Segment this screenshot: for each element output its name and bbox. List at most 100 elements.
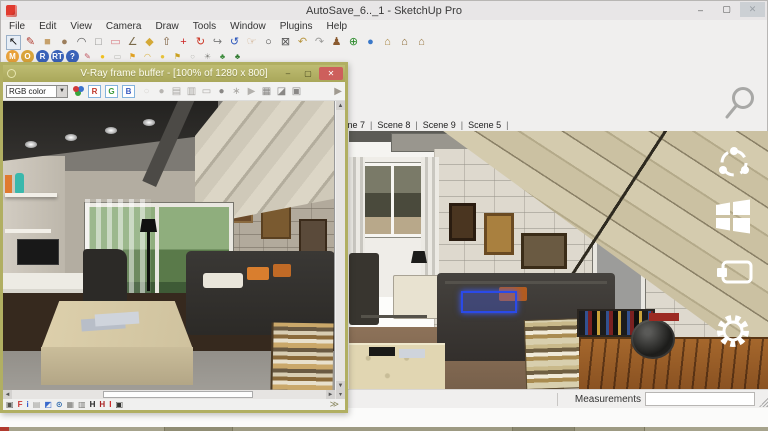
track-mouse-icon[interactable]: ∗ (230, 85, 243, 98)
hscroll-thumb[interactable] (103, 391, 253, 398)
devices-charm-icon[interactable] (713, 257, 755, 289)
next-view-icon[interactable]: ↷ (312, 35, 327, 50)
vfb-i-red-icon[interactable]: I (109, 401, 111, 409)
search-charm-icon[interactable] (723, 85, 759, 121)
rgb-trefoil-icon[interactable] (73, 86, 79, 92)
measurements-input[interactable] (645, 392, 755, 406)
vfb-h2-icon[interactable]: H (99, 401, 105, 409)
rectangle-tool-icon[interactable]: ■ (40, 35, 55, 50)
scroll-left-icon[interactable]: ◄ (3, 390, 12, 399)
zoom-extents-icon[interactable]: ⊠ (278, 35, 293, 50)
get-models-icon[interactable]: ⌂ (380, 35, 395, 50)
render-spotlight (25, 141, 37, 148)
push-pull-icon[interactable]: ⇧ (159, 35, 174, 50)
vfb-h1-icon[interactable]: H (90, 401, 96, 409)
settings-charm-icon[interactable] (713, 311, 753, 351)
circle-tool-icon[interactable]: ● (57, 35, 72, 50)
orbit-tool-icon[interactable]: ↺ (227, 35, 242, 50)
menu-item[interactable]: Plugins (280, 21, 313, 32)
make-component-icon[interactable]: □ (91, 35, 106, 50)
color-sphere-icon[interactable]: ● (155, 85, 168, 98)
region-render-icon[interactable]: ▶ (245, 85, 258, 98)
correction-curve-icon[interactable]: ▦ (260, 85, 273, 98)
wire-sphere-decor (631, 319, 675, 359)
menu-item[interactable]: View (70, 21, 92, 32)
vfb-histogram-icon[interactable]: F (18, 401, 23, 409)
menu-item[interactable]: Edit (39, 21, 56, 32)
table-lamp (411, 251, 427, 263)
tab-scene-8[interactable]: Scene 8| (372, 120, 417, 130)
menu-item[interactable]: Tools (193, 21, 216, 32)
share-models-icon[interactable]: ⌂ (397, 35, 412, 50)
blue-channel-button[interactable]: B (122, 85, 135, 98)
vfb-flip-v-icon[interactable]: ▥ (78, 401, 86, 409)
scroll-corner-icon[interactable]: ▾ (336, 390, 345, 399)
tab-scene-5[interactable]: Scene 5| (463, 120, 508, 130)
vfb-vertical-scrollbar[interactable]: ▲ ▼ (336, 101, 345, 390)
menu-item[interactable]: Window (230, 21, 266, 32)
vfb-maximize-button[interactable]: ▢ (299, 68, 317, 80)
scroll-down-icon[interactable]: ▼ (336, 381, 345, 390)
offset-tool-icon[interactable]: ↪ (210, 35, 225, 50)
red-channel-button[interactable]: R (88, 85, 101, 98)
windows-start-charm-icon[interactable] (713, 199, 753, 235)
scene-tabs-bar: Scene 7|Scene 8|Scene 9|Scene 5| (327, 119, 509, 131)
taskbar-sliver[interactable] (0, 427, 768, 431)
menu-item[interactable]: File (9, 21, 25, 32)
walk-tool-icon[interactable]: ♟ (329, 35, 344, 50)
vfb-title-bar[interactable]: V-Ray frame buffer - [100% of 1280 x 800… (3, 65, 345, 82)
menu-item[interactable]: Camera (106, 21, 142, 32)
close-button[interactable]: ✕ (740, 2, 765, 17)
taskbar-app-red[interactable] (0, 427, 9, 431)
vfb-swap-icon[interactable]: ▣ (115, 401, 123, 409)
vfb-expand-chevron-icon[interactable]: ≫ (330, 399, 339, 410)
zoom-tool-icon[interactable]: ○ (261, 35, 276, 50)
dropdown-arrow-icon[interactable]: ▼ (56, 86, 67, 97)
minimize-button[interactable]: – (688, 2, 713, 17)
copy-to-host-icon[interactable]: ▥ (185, 85, 198, 98)
pan-tool-icon[interactable]: ☞ (244, 35, 259, 50)
menu-item[interactable]: Help (327, 21, 348, 32)
save-image-icon[interactable]: ▤ (170, 85, 183, 98)
vfb-close-button[interactable]: ✕ (319, 67, 343, 80)
arc-tool-icon[interactable]: ◠ (74, 35, 89, 50)
previous-view-icon[interactable]: ↶ (295, 35, 310, 50)
vfb-minimize-button[interactable]: – (279, 68, 297, 80)
share-component-icon[interactable]: ⌂ (414, 35, 429, 50)
vfb-horizontal-scrollbar[interactable]: ◄ ► ▾ (3, 390, 345, 399)
channel-dropdown[interactable]: RGB color ▼ (6, 85, 68, 98)
resize-grip[interactable] (758, 397, 768, 407)
paint-bucket-icon[interactable]: ◆ (142, 35, 157, 50)
line-pencil-icon[interactable]: ✎ (23, 35, 38, 50)
vfb-flip-h-icon[interactable]: ▦ (67, 401, 75, 409)
maximize-button[interactable]: ▢ (714, 2, 739, 17)
select-arrow-icon[interactable]: ↖ (6, 35, 21, 50)
vfb-info-icon[interactable]: i (26, 401, 28, 409)
clear-image-icon[interactable]: ▭ (200, 85, 213, 98)
green-channel-button[interactable]: G (105, 85, 118, 98)
vfb-dock-icon[interactable]: ▣ (6, 401, 14, 409)
render-chair (83, 249, 127, 303)
google-earth-icon[interactable]: ● (363, 35, 378, 50)
scroll-up-icon[interactable]: ▲ (336, 101, 345, 110)
mono-view-icon[interactable]: ○ (140, 85, 153, 98)
tab-scene-9[interactable]: Scene 9| (418, 120, 463, 130)
exposure-icon[interactable]: ◪ (275, 85, 288, 98)
move-tool-icon[interactable]: + (176, 35, 191, 50)
title-bar[interactable]: AutoSave_6.._1 - SketchUp Pro – ▢ ✕ (1, 1, 767, 20)
vfb-region-icon[interactable]: ⊙ (56, 401, 63, 409)
rotate-tool-icon[interactable]: ↻ (193, 35, 208, 50)
render-orange-vase (5, 175, 12, 193)
position-camera-icon[interactable]: ⊕ (346, 35, 361, 50)
render-last-icon[interactable]: ● (215, 85, 228, 98)
vfb-compare-icon[interactable]: ◩ (44, 401, 52, 409)
scroll-right-icon[interactable]: ► (326, 390, 335, 399)
eraser-icon[interactable]: ▭ (108, 35, 123, 50)
vfb-render-button[interactable]: ▶ (334, 86, 342, 97)
pixel-info-icon[interactable]: ▣ (290, 85, 303, 98)
menu-item[interactable]: Draw (155, 21, 178, 32)
vfb-stamp-icon[interactable]: ▤ (33, 401, 41, 409)
tape-measure-icon[interactable]: ∠ (125, 35, 140, 50)
share-charm-icon[interactable] (713, 144, 755, 182)
render-tv (17, 239, 59, 265)
